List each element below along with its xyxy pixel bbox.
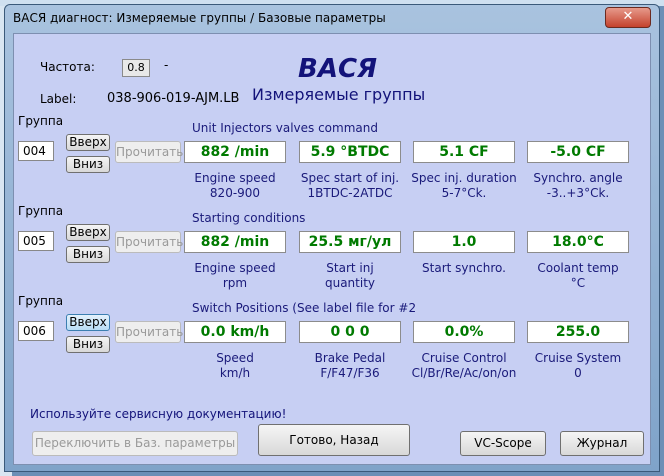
value-caption: Cruise Control Cl/Br/Re/Ac/on/on (405, 351, 523, 381)
service-note: Используйте сервисную документацию! (30, 407, 287, 421)
value-caption: Synchro. angle -3..+3°Ck. (519, 171, 637, 201)
client-area: Частота: 0.8 - Label: 038-906-019-AJM.LB… (13, 33, 651, 465)
journal-button[interactable]: Журнал (560, 431, 644, 456)
group-up-button[interactable]: Вверх (66, 314, 110, 331)
caption-line: Spec start of inj. (300, 171, 400, 185)
group-number-input[interactable]: 006 (18, 321, 54, 341)
value-field: 0.0 km/h (184, 321, 286, 343)
caption-line: 0 (574, 366, 582, 380)
caption-line: Spec inj. duration (411, 171, 517, 185)
vc-scope-button[interactable]: VC-Scope (460, 431, 546, 456)
value-field: 5.9 °BTDC (299, 141, 401, 163)
close-button[interactable]: ✕ (605, 7, 651, 28)
caption-line: Speed (216, 351, 254, 365)
group-title: Switch Positions (See label file for #2 (192, 301, 417, 315)
value-field: 5.1 CF (413, 141, 515, 163)
group-number-input[interactable]: 004 (18, 141, 54, 161)
caption-line: Start inj (326, 261, 374, 275)
value-field: 1.0 (413, 231, 515, 253)
value-caption: Brake Pedal F/F47/F36 (291, 351, 409, 381)
caption-line: -3..+3°Ck. (546, 186, 610, 200)
done-back-button[interactable]: Готово, Назад (258, 424, 410, 456)
value-caption: Engine speed 820-900 (176, 171, 294, 201)
group-down-button[interactable]: Вниз (66, 156, 110, 173)
caption-line: Engine speed (194, 171, 276, 185)
title-bar[interactable]: ВАСЯ диагност: Измеряемые группы / Базов… (5, 5, 659, 31)
value-field: 18.0°C (527, 231, 629, 253)
group-number-input[interactable]: 005 (18, 231, 54, 251)
group-label: Группа (18, 114, 64, 128)
value-field: 882 /min (184, 231, 286, 253)
value-field: 255.0 (527, 321, 629, 343)
window-title: ВАСЯ диагност: Измеряемые группы / Базов… (13, 11, 386, 25)
caption-line: °C (570, 276, 586, 290)
frequency-value: 0.8 (122, 59, 150, 77)
group-down-button[interactable]: Вниз (66, 336, 110, 353)
caption-line: quantity (324, 276, 376, 290)
value-caption: Spec inj. duration 5-7°Ck. (405, 171, 523, 201)
app-window: ВАСЯ диагност: Измеряемые группы / Базов… (4, 4, 660, 472)
value-caption: Spec start of inj. 1BTDC-2ATDC (291, 171, 409, 201)
page-subtitle: Измеряемые группы (252, 85, 426, 104)
group-label: Группа (18, 294, 64, 308)
value-field: 882 /min (184, 141, 286, 163)
frequency-dash: - (164, 58, 169, 72)
caption-line: 1BTDC-2ATDC (307, 186, 393, 200)
value-caption: Start synchro. (405, 261, 523, 276)
caption-line: km/h (219, 366, 251, 380)
group-up-button[interactable]: Вверх (66, 134, 110, 151)
label-caption: Label: (40, 92, 77, 106)
caption-line: Coolant temp (537, 261, 619, 275)
value-caption: Speed km/h (176, 351, 294, 381)
caption-line: F/F47/F36 (320, 366, 380, 380)
caption-line: Cruise Control (421, 351, 507, 365)
caption-line: Engine speed (194, 261, 276, 275)
value-field: 0 0 0 (299, 321, 401, 343)
caption-line: Brake Pedal (314, 351, 386, 365)
caption-line: 820-900 (209, 186, 261, 200)
caption-line: Cl/Br/Re/Ac/on/on (411, 366, 517, 380)
value-caption: Engine speed rpm (176, 261, 294, 291)
caption-line: rpm (222, 276, 248, 290)
read-button[interactable]: Прочитать (115, 141, 183, 163)
read-button[interactable]: Прочитать (115, 231, 183, 253)
caption-line: Start synchro. (422, 261, 506, 275)
group-up-button[interactable]: Вверх (66, 224, 110, 241)
frequency-label: Частота: (40, 60, 95, 74)
value-caption: Start inj quantity (291, 261, 409, 291)
read-button[interactable]: Прочитать (115, 321, 183, 343)
group-title: Starting conditions (192, 211, 306, 225)
caption-line: Synchro. angle (533, 171, 623, 185)
value-caption: Coolant temp °C (519, 261, 637, 291)
group-down-button[interactable]: Вниз (66, 246, 110, 263)
value-field: 25.5 мг/ул (299, 231, 401, 253)
brand-title: ВАСЯ (298, 54, 378, 84)
value-caption: Cruise System 0 (519, 351, 637, 381)
value-field: 0.0% (413, 321, 515, 343)
group-label: Группа (18, 204, 64, 218)
group-title: Unit Injectors valves command (192, 121, 378, 135)
caption-line: 5-7°Ck. (441, 186, 487, 200)
caption-line: Cruise System (534, 351, 622, 365)
value-field: -5.0 CF (527, 141, 629, 163)
label-value: 038-906-019-AJM.LB (107, 91, 239, 106)
switch-basic-params-button[interactable]: Переключить в Баз. параметры (32, 431, 238, 456)
